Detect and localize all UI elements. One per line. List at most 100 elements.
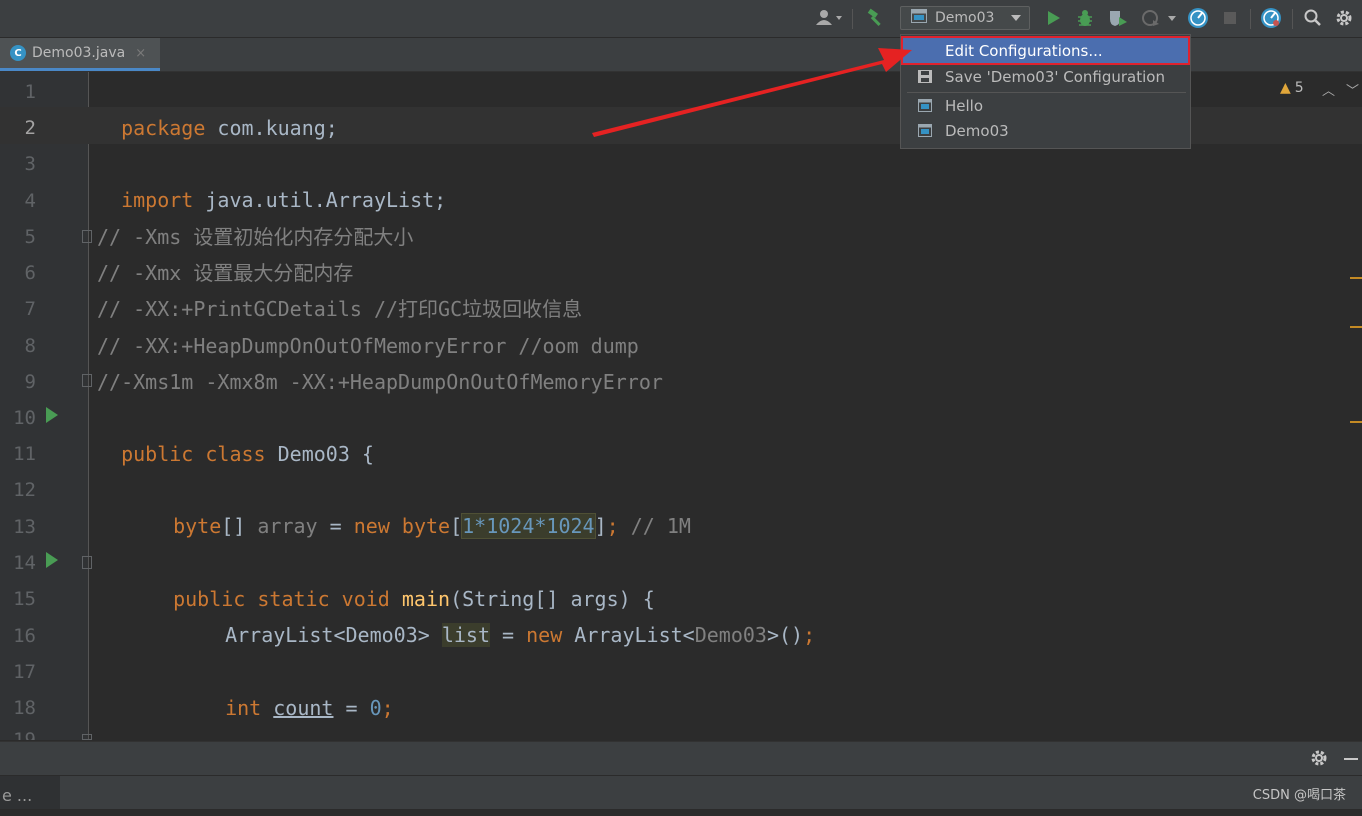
tab-label: Demo03.java	[32, 45, 126, 61]
run-configuration-selector[interactable]: Demo03	[900, 6, 1030, 30]
keyword: byte	[389, 514, 451, 538]
run-icon[interactable]	[1044, 7, 1064, 29]
menu-item-save-configuration[interactable]: Save 'Demo03' Configuration	[901, 64, 1190, 89]
run-config-label: Demo03	[935, 10, 995, 26]
keyword: new	[353, 514, 390, 538]
code-line-1: package com.kuang;	[97, 74, 338, 140]
line-number: 14	[13, 552, 36, 574]
main-toolbar: Demo03	[0, 0, 1362, 38]
menu-item-label: Save 'Demo03' Configuration	[945, 67, 1165, 86]
run-config-icon	[911, 9, 927, 27]
line-number: 1	[24, 81, 36, 103]
line-number: 9	[24, 371, 36, 393]
code-text: ArrayList<Demo03>	[225, 623, 442, 647]
code-text: [	[450, 514, 463, 538]
code-text: Demo03 {	[265, 442, 374, 466]
line-number: 13	[13, 516, 36, 538]
help-update-icon[interactable]	[1259, 7, 1283, 29]
minimize-icon[interactable]	[1344, 758, 1358, 760]
run-with-coverage-icon[interactable]	[1106, 7, 1130, 29]
line-number: 8	[24, 335, 36, 357]
keyword: import	[121, 188, 194, 212]
tab-demo03-java[interactable]: C Demo03.java ×	[0, 38, 160, 71]
code-line-9: //-Xms1m -Xmx8m -XX:+HeapDumpOnOutOfMemo…	[97, 370, 663, 394]
application-config-icon	[918, 99, 932, 112]
line-number: 17	[13, 661, 36, 683]
variable: count	[273, 696, 334, 720]
menu-item-demo03[interactable]: Demo03	[901, 118, 1190, 143]
next-highlight-icon[interactable]: ﹀	[1346, 80, 1359, 99]
menu-item-label: Demo03	[945, 121, 1009, 140]
semicolon: ;	[381, 696, 394, 720]
line-number: 5	[24, 226, 36, 248]
keyword: int	[225, 696, 262, 720]
run-class-gutter-icon[interactable]	[46, 407, 58, 423]
error-stripe-mark[interactable]	[1350, 326, 1362, 328]
run-configuration-dropdown: Edit Configurations... Save 'Demo03' Con…	[900, 34, 1191, 149]
build-hammer-icon[interactable]	[862, 7, 888, 29]
toolbar-separator	[1292, 9, 1293, 29]
code-text: com.kuang;	[205, 116, 338, 140]
tool-window-bar	[0, 741, 1362, 776]
debug-bug-icon[interactable]	[1074, 7, 1096, 29]
run-main-gutter-icon[interactable]	[46, 552, 58, 568]
code-line-3: import java.util.ArrayList;	[97, 146, 446, 212]
java-class-icon: C	[10, 45, 26, 61]
toolbar-separator	[1250, 9, 1251, 29]
line-number: 18	[13, 697, 36, 719]
save-disk-icon	[918, 70, 932, 83]
code-text: >()	[766, 623, 804, 647]
warning-count: 5	[1294, 80, 1304, 96]
line-number: 4	[24, 190, 36, 212]
line-number: 3	[24, 153, 36, 175]
line-number: 12	[13, 479, 36, 501]
code-text: =	[490, 623, 527, 647]
line-number: 2	[24, 117, 36, 139]
fold-marker-icon[interactable]	[82, 230, 92, 243]
error-stripe-mark[interactable]	[1350, 277, 1362, 279]
generic-type: Demo03	[694, 623, 767, 647]
line-number: 11	[13, 443, 36, 465]
keyword: new	[526, 623, 563, 647]
inspection-widget[interactable]: ▲ 5	[1280, 80, 1304, 96]
update-running-app-icon[interactable]	[1186, 7, 1210, 29]
search-icon[interactable]	[1302, 7, 1324, 29]
profiler-icon[interactable]	[1138, 7, 1182, 29]
code-line-5: // -Xms 设置初始化内存分配大小	[97, 225, 414, 249]
previous-highlight-icon[interactable]: ︿	[1322, 80, 1335, 99]
comment: // 1M	[618, 514, 691, 538]
fold-marker-icon[interactable]	[82, 556, 92, 569]
keyword: package	[121, 116, 206, 140]
line-number: 16	[13, 625, 36, 647]
status-left-text: e ...	[0, 776, 60, 809]
line-number: 10	[13, 407, 36, 429]
number-literal: 1*1024*1024	[461, 513, 596, 539]
line-number: 15	[13, 588, 36, 610]
fold-marker-icon[interactable]	[82, 374, 92, 387]
code-text: =	[317, 514, 354, 538]
code-line-15: ArrayList<Demo03> list = new ArrayList<D…	[201, 581, 815, 647]
account-icon[interactable]	[814, 7, 846, 29]
error-stripe-mark[interactable]	[1350, 421, 1362, 423]
variable-highlight: list	[441, 623, 491, 647]
warning-icon: ▲	[1280, 80, 1291, 96]
line-number: 6	[24, 262, 36, 284]
code-line-6: // -Xmx 设置最大分配内存	[97, 261, 354, 285]
status-bar: e ... CSDN @喝口茶	[0, 775, 1362, 809]
toolbar-separator	[852, 9, 853, 29]
menu-item-hello[interactable]: Hello	[901, 93, 1190, 118]
line-number: 7	[24, 298, 36, 320]
code-text: ]	[594, 514, 607, 538]
close-icon[interactable]: ×	[135, 46, 146, 61]
keyword: public class	[121, 442, 266, 466]
fold-marker-icon[interactable]	[82, 734, 92, 740]
code-line-7: // -XX:+PrintGCDetails //打印GC垃圾回收信息	[97, 297, 583, 321]
code-line-19: try {	[201, 722, 285, 740]
menu-item-label: Hello	[945, 96, 984, 115]
code-text: []	[221, 514, 258, 538]
settings-gear-icon[interactable]	[1310, 749, 1328, 771]
settings-gear-icon[interactable]	[1333, 7, 1355, 29]
keyword: byte	[173, 514, 222, 538]
stop-icon[interactable]	[1220, 7, 1240, 29]
